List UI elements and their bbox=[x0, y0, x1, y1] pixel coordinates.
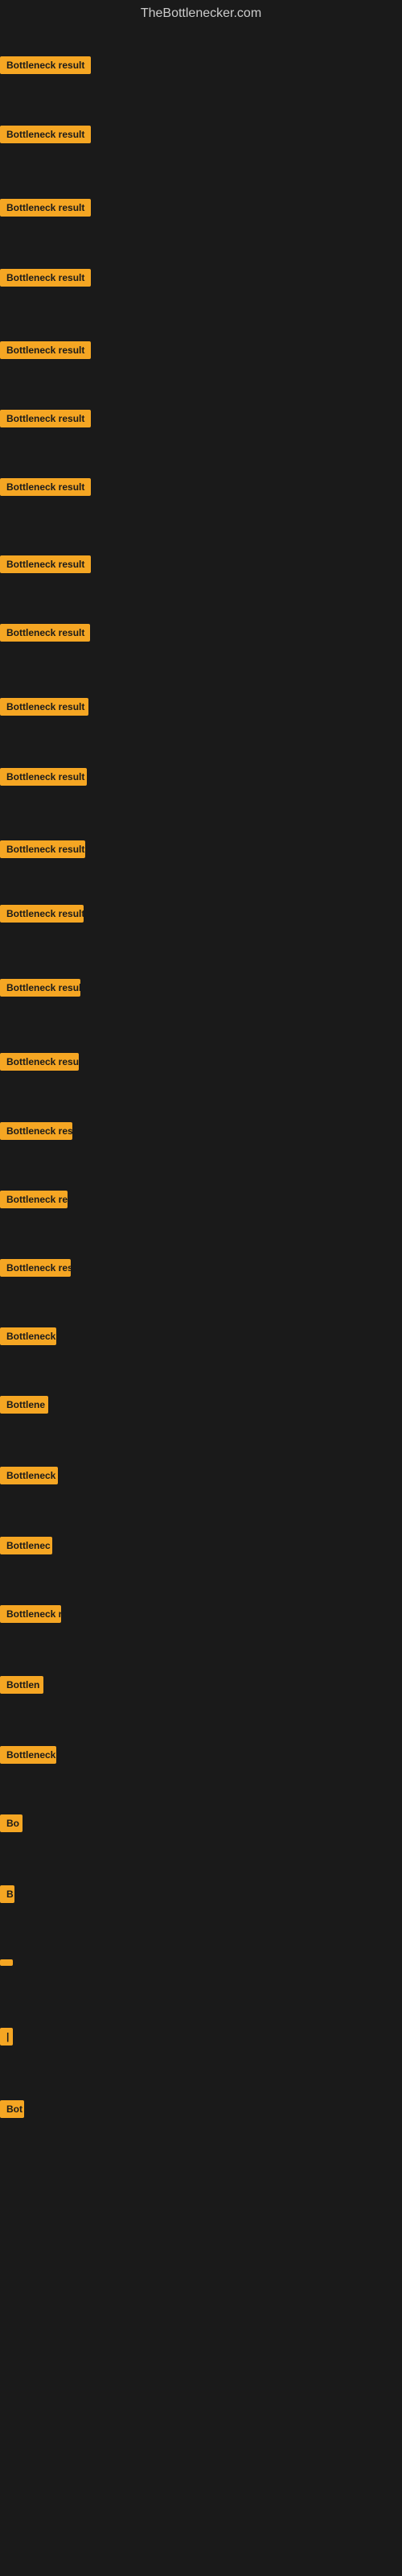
bottleneck-badge: Bottleneck re bbox=[0, 1605, 61, 1623]
bottleneck-badge: Bottleneck result bbox=[0, 341, 91, 359]
bottleneck-badge: Bo bbox=[0, 1814, 23, 1832]
bottleneck-badge: Bottleneck result bbox=[0, 979, 80, 997]
bottleneck-result-item[interactable]: Bottleneck bbox=[0, 1746, 56, 1768]
bottleneck-result-item[interactable]: Bottleneck result bbox=[0, 269, 91, 291]
bottleneck-badge: Bottleneck re bbox=[0, 1191, 68, 1208]
bottleneck-result-item[interactable] bbox=[0, 1955, 13, 1970]
bottleneck-result-item[interactable]: Bottlen bbox=[0, 1676, 43, 1698]
bottleneck-result-item[interactable]: Bottleneck result bbox=[0, 840, 85, 862]
bottleneck-badge: Bottleneck result bbox=[0, 199, 91, 217]
bottleneck-result-item[interactable]: Bottleneck re bbox=[0, 1191, 68, 1212]
bottleneck-badge: B bbox=[0, 1885, 14, 1903]
bottleneck-badge: Bottleneck result bbox=[0, 624, 90, 642]
bottleneck-badge: Bottleneck r bbox=[0, 1467, 58, 1484]
bottleneck-badge: | bbox=[0, 2028, 13, 2046]
bottleneck-badge: Bottleneck result bbox=[0, 840, 85, 858]
bottleneck-badge: Bottleneck result bbox=[0, 1053, 79, 1071]
bottleneck-badge: Bottleneck result bbox=[0, 56, 91, 74]
bottleneck-badge: Bottleneck result bbox=[0, 269, 91, 287]
bottleneck-badge bbox=[0, 1959, 13, 1966]
bottleneck-result-item[interactable]: Bot bbox=[0, 2100, 24, 2122]
bottleneck-badge: Bottleneck result bbox=[0, 478, 91, 496]
bottleneck-badge: Bottleneck result bbox=[0, 555, 91, 573]
bottleneck-result-item[interactable]: Bottleneck r bbox=[0, 1467, 58, 1488]
bottleneck-result-item[interactable]: Bottleneck result bbox=[0, 555, 91, 577]
bottleneck-result-item[interactable]: | bbox=[0, 2028, 13, 2050]
bottleneck-badge: Bottleneck bbox=[0, 1746, 56, 1764]
bottleneck-result-item[interactable]: Bo bbox=[0, 1814, 23, 1836]
bottleneck-badge: Bottleneck resul bbox=[0, 1259, 71, 1277]
bottleneck-result-item[interactable]: Bottleneck result bbox=[0, 768, 87, 790]
bottleneck-result-item[interactable]: Bottleneck result bbox=[0, 624, 90, 646]
bottleneck-badge: Bottlene bbox=[0, 1396, 48, 1414]
site-title: TheBottlenecker.com bbox=[0, 0, 402, 24]
bottleneck-result-item[interactable]: Bottleneck bbox=[0, 1327, 56, 1349]
bottleneck-result-item[interactable]: Bottleneck result bbox=[0, 341, 91, 363]
bottleneck-result-item[interactable]: Bottleneck result bbox=[0, 478, 91, 500]
bottleneck-result-item[interactable]: Bottlenec bbox=[0, 1537, 52, 1558]
bottleneck-result-item[interactable]: B bbox=[0, 1885, 14, 1907]
bottleneck-badge: Bottlenec bbox=[0, 1537, 52, 1554]
bottleneck-badge: Bottlen bbox=[0, 1676, 43, 1694]
bottleneck-result-item[interactable]: Bottleneck result bbox=[0, 1122, 72, 1144]
bottleneck-badge: Bottleneck result bbox=[0, 1122, 72, 1140]
bottleneck-result-item[interactable]: Bottlene bbox=[0, 1396, 48, 1418]
bottleneck-result-item[interactable]: Bottleneck result bbox=[0, 126, 91, 147]
bottleneck-result-item[interactable]: Bottleneck result bbox=[0, 410, 91, 431]
bottleneck-result-item[interactable]: Bottleneck result bbox=[0, 698, 88, 720]
bottleneck-badge: Bottleneck result bbox=[0, 410, 91, 427]
bottleneck-badge: Bottleneck result bbox=[0, 698, 88, 716]
bottleneck-result-item[interactable]: Bottleneck result bbox=[0, 1053, 79, 1075]
bottleneck-badge: Bottleneck bbox=[0, 1327, 56, 1345]
bottleneck-result-item[interactable]: Bottleneck re bbox=[0, 1605, 61, 1627]
bottleneck-result-item[interactable]: Bottleneck resul bbox=[0, 1259, 71, 1281]
bottleneck-badge: Bottleneck result bbox=[0, 768, 87, 786]
bottleneck-result-item[interactable]: Bottleneck result bbox=[0, 979, 80, 1001]
bottleneck-badge: Bot bbox=[0, 2100, 24, 2118]
bottleneck-badge: Bottleneck result bbox=[0, 126, 91, 143]
bottleneck-badge: Bottleneck result bbox=[0, 905, 84, 923]
bottleneck-result-item[interactable]: Bottleneck result bbox=[0, 905, 84, 927]
bottleneck-result-item[interactable]: Bottleneck result bbox=[0, 56, 91, 78]
bottleneck-result-item[interactable]: Bottleneck result bbox=[0, 199, 91, 221]
